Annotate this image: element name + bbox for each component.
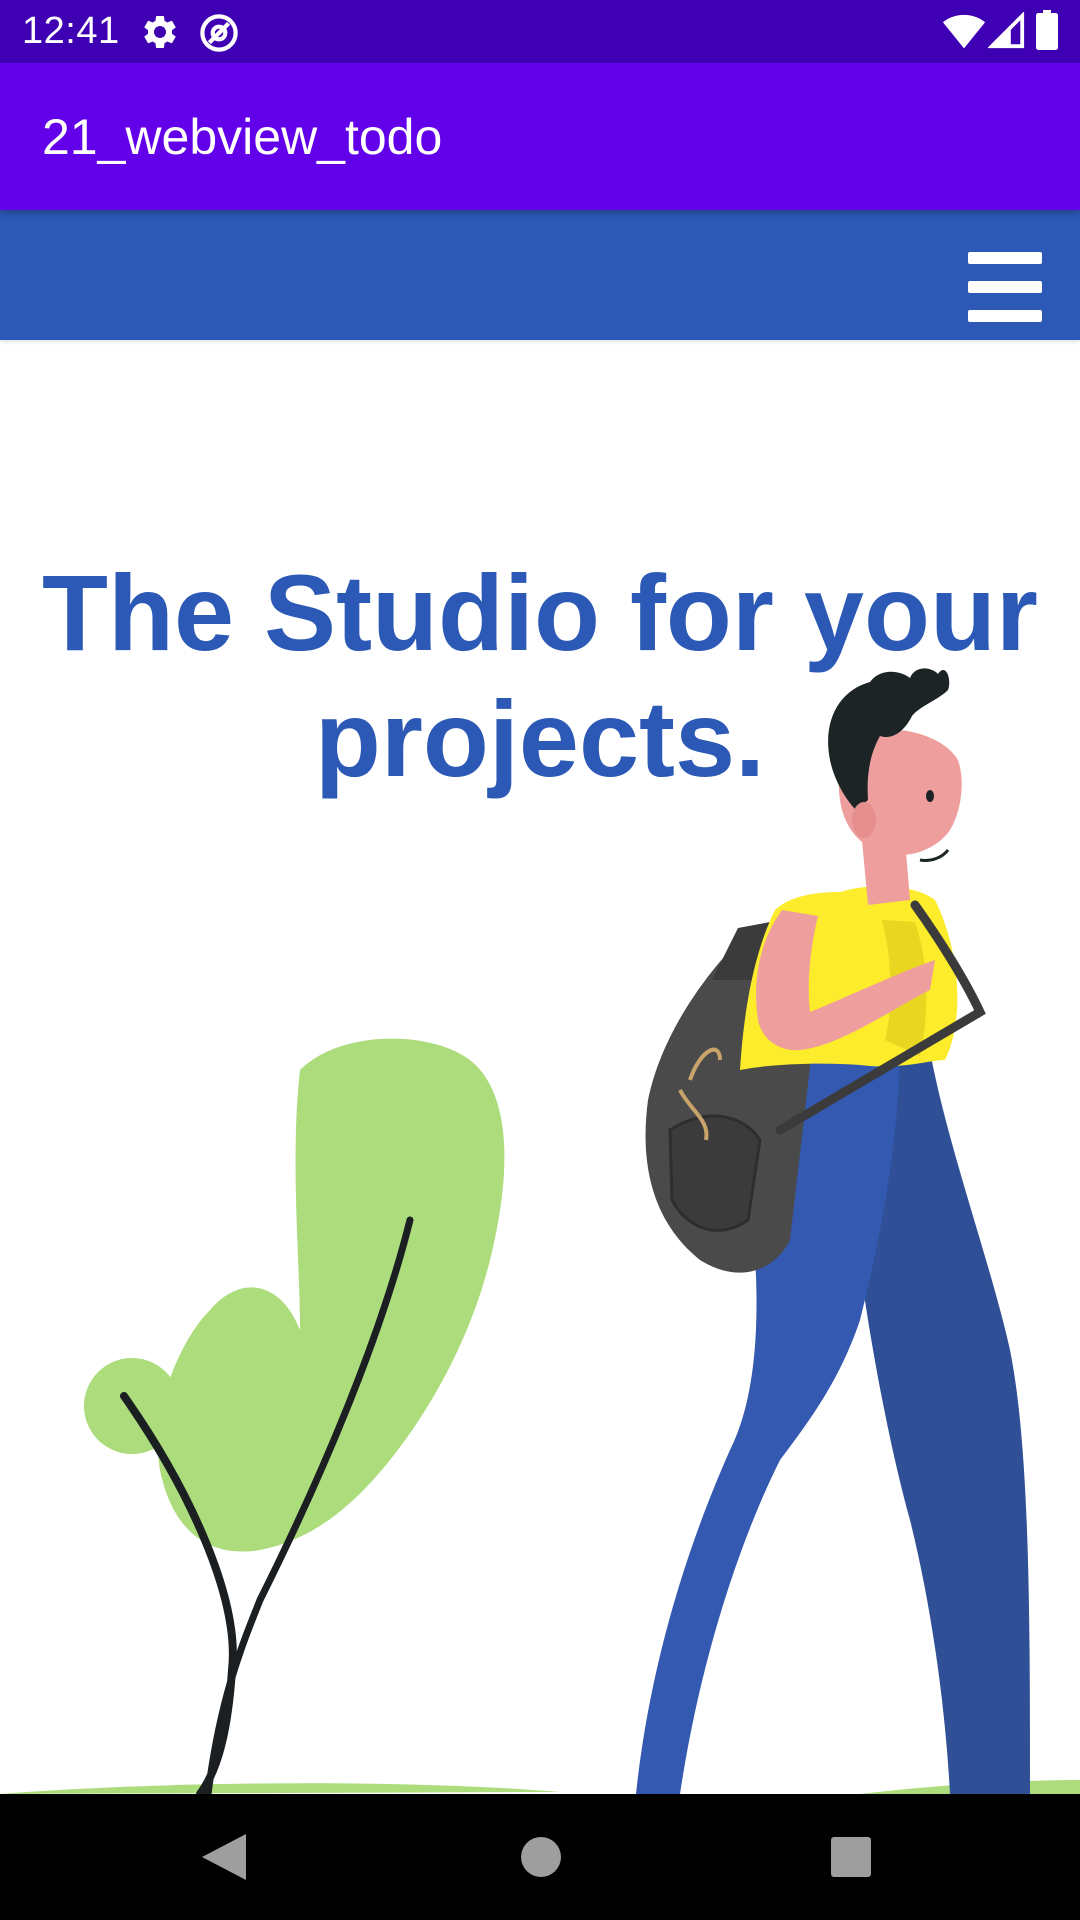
- recents-button[interactable]: [816, 1824, 886, 1890]
- settings-gear-icon: [140, 12, 180, 57]
- webview-content: The Studio for your projects.: [0, 340, 1080, 1794]
- battery-icon: [1036, 10, 1058, 55]
- phone-screen: 12:41 21_webview_todo The Studio for you…: [0, 0, 1080, 1920]
- hamburger-menu-button[interactable]: [958, 240, 1042, 322]
- wifi-icon: [942, 12, 986, 55]
- ground-grass: [0, 1783, 560, 1794]
- status-bar: 12:41: [0, 0, 1080, 63]
- home-icon: [506, 1837, 576, 1894]
- app-bar: 21_webview_todo: [0, 63, 1080, 210]
- webview-navbar: [0, 210, 1080, 340]
- recents-icon: [816, 1837, 886, 1894]
- walking-student-illustration: [636, 668, 1030, 1794]
- system-navigation-bar: [0, 1794, 1080, 1920]
- hero-heading: The Studio for your projects.: [42, 552, 1038, 799]
- back-button[interactable]: [188, 1824, 258, 1890]
- status-time: 12:41: [22, 10, 120, 52]
- at-sign-icon: [198, 12, 240, 59]
- app-title: 21_webview_todo: [42, 109, 443, 165]
- plant-illustration: [84, 1038, 505, 1794]
- back-icon: [188, 1834, 258, 1894]
- home-button[interactable]: [506, 1824, 576, 1890]
- signal-icon: [987, 11, 1026, 55]
